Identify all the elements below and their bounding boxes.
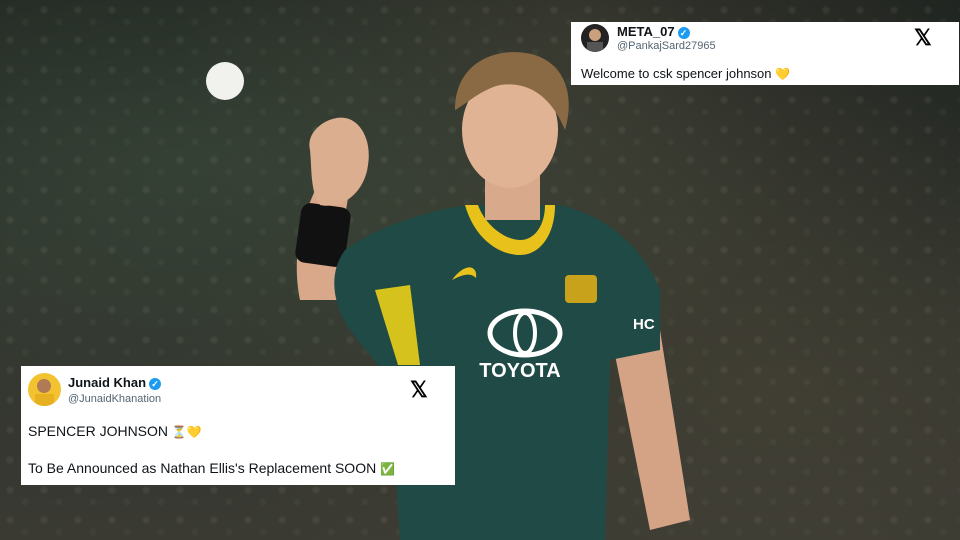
hourglass-heart-icon: ⏳💛 <box>171 425 202 439</box>
tweet-user-handle[interactable]: @PankajSard27965 <box>617 40 716 52</box>
avatar <box>581 24 609 52</box>
jersey-sponsor: TOYOTA <box>479 360 560 382</box>
hand <box>309 117 369 206</box>
tweet-text: Welcome to csk spencer johnson 💛 <box>581 66 790 81</box>
team-crest <box>565 275 597 303</box>
photo-scene: TOYOTA HC META_07 ✓ @PankajSard27965 𝕏 We… <box>0 0 960 540</box>
tweet-user-handle[interactable]: @JunaidKhanation <box>68 393 161 405</box>
tweet-text-content: Welcome to csk spencer johnson <box>581 66 772 81</box>
avatar <box>28 373 61 406</box>
tweet-card-bottom[interactable]: Junaid Khan ✓ @JunaidKhanation 𝕏 SPENCER … <box>21 366 455 485</box>
tweet-user-name-text: META_07 <box>617 24 675 39</box>
tweet-card-top[interactable]: META_07 ✓ @PankajSard27965 𝕏 Welcome to c… <box>571 22 959 85</box>
check-mark-icon: ✅ <box>380 462 396 476</box>
verified-badge-icon: ✓ <box>149 377 162 390</box>
verified-badge-icon: ✓ <box>677 26 690 39</box>
lower-arm <box>610 330 690 530</box>
tweet-text-line1: SPENCER JOHNSON ⏳💛 <box>28 423 202 439</box>
tweet-user-name-text: Junaid Khan <box>68 375 147 390</box>
tweet-user-name[interactable]: META_07 ✓ <box>617 24 690 39</box>
tweet-line1-text: SPENCER JOHNSON <box>28 423 169 439</box>
yellow-heart-icon: 💛 <box>775 67 791 81</box>
x-logo-icon: 𝕏 <box>410 377 428 402</box>
tweet-text-line2: To Be Announced as Nathan Ellis's Replac… <box>28 460 395 476</box>
sleeve-text: HC <box>633 316 655 333</box>
x-logo-icon: 𝕏 <box>914 25 932 50</box>
tweet-user-name[interactable]: Junaid Khan ✓ <box>68 375 162 390</box>
cricket-ball <box>206 62 244 100</box>
tweet-line2-text: To Be Announced as Nathan Ellis's Replac… <box>28 460 377 476</box>
